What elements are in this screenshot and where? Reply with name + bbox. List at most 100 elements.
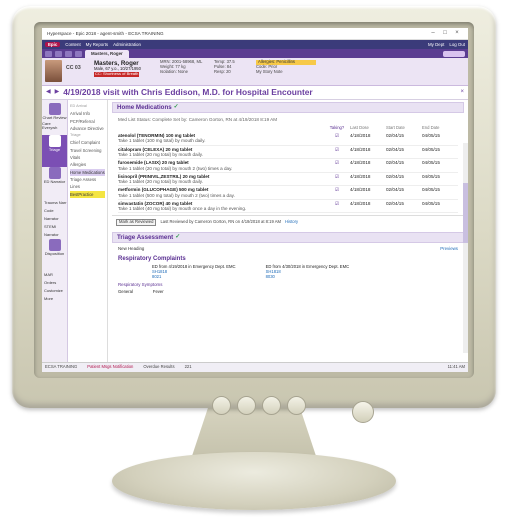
med-name[interactable]: lisinopril (PRINIVIL,ZESTRIL) 20 mg tabl… — [118, 174, 209, 179]
taking-checkbox[interactable]: ☑ — [324, 174, 350, 185]
menu-my-dept[interactable]: My Dept — [428, 42, 444, 47]
ed-encounter-left: ED from 4/19/2018 in Emergency Dept. EMC… — [152, 264, 236, 280]
new-heading-button[interactable]: New Heading — [118, 246, 144, 251]
med-row[interactable]: simvastatin (ZOCOR) 40 mg tablet Take 1 t… — [118, 200, 458, 214]
subnav-item[interactable]: Triage Assess — [70, 176, 105, 183]
start-date: 02/04/15 — [386, 133, 404, 139]
triage-assessment-section: Triage Assessment ✓ New Heading Previews… — [112, 232, 464, 295]
last-dose: 4/18/2018 — [350, 200, 371, 206]
med-row[interactable]: furosemide (LASIX) 20 mg tablet Take 1 ta… — [118, 159, 458, 173]
scrollbar[interactable] — [463, 143, 468, 353]
med-name[interactable]: atenolol (TENORMIN) 100 mg tablet — [118, 133, 195, 138]
mark-reviewed-button[interactable]: Mark as Reviewed — [116, 219, 157, 227]
scroll-thumb[interactable] — [463, 183, 468, 243]
ed-code[interactable]: 8030 — [266, 274, 350, 280]
grid-icon[interactable] — [55, 50, 62, 57]
taking-checkbox[interactable]: ☑ — [324, 201, 350, 212]
list-icon[interactable] — [65, 50, 72, 57]
general-row: General Fever — [112, 289, 464, 296]
close-activity-icon[interactable]: × — [460, 89, 464, 96]
nav-label: Triage — [48, 147, 61, 152]
menu-content[interactable]: Content — [65, 42, 80, 47]
taking-checkbox[interactable]: ☑ — [324, 147, 350, 158]
maximize-button[interactable]: □ — [439, 30, 451, 37]
med-sig: Take 1 tablet (20 mg total) by mouth dai… — [118, 151, 203, 157]
triage-header: Triage Assessment ✓ — [112, 232, 464, 244]
subnav-item[interactable]: Chief Complaint — [70, 139, 105, 146]
nav-chart-review[interactable]: Chart Review Care Everywh — [42, 103, 67, 135]
nav-mar[interactable]: MAR — [42, 271, 67, 279]
subnav-item[interactable]: Lines — [70, 183, 105, 190]
subnav-item[interactable]: Vitals — [70, 154, 105, 161]
menu-administration[interactable]: Administration — [113, 42, 141, 47]
home-icon[interactable] — [45, 50, 52, 57]
story-note[interactable]: My Story Note — [256, 69, 316, 75]
monitor-button[interactable] — [287, 396, 306, 415]
med-name[interactable]: metformin (GLUCOPHAGE) 500 mg tablet — [118, 187, 208, 192]
nav-disposition[interactable]: Disposition — [42, 239, 67, 271]
med-name[interactable]: citalopram (CELEXA) 20 mg tablet — [118, 147, 192, 152]
col-header — [118, 126, 324, 131]
taking-checkbox[interactable]: ☑ — [324, 187, 350, 198]
monitor-button[interactable] — [262, 396, 281, 415]
subnav-item[interactable]: Advance Directive — [70, 125, 105, 132]
subnav-item-home-medications[interactable]: Home Medications — [70, 168, 105, 176]
nav-customize[interactable]: Customize — [42, 287, 67, 295]
power-button[interactable] — [352, 401, 374, 423]
subnav-item[interactable]: PCP/Referral — [70, 118, 105, 125]
taking-checkbox[interactable]: ☑ — [324, 133, 350, 144]
epic-button[interactable]: Epic — [45, 41, 61, 48]
subnav-item[interactable]: Travel Screening — [70, 147, 105, 154]
subnav-item[interactable]: Allergies — [70, 161, 105, 168]
taking-checkbox[interactable]: ☑ — [324, 160, 350, 171]
monitor-button[interactable] — [237, 396, 256, 415]
med-name[interactable]: simvastatin (ZOCOR) 40 mg tablet — [118, 201, 192, 206]
checkmark-icon: ✓ — [173, 104, 179, 111]
patient-msgs-notification[interactable]: Patient Msgs Notification — [87, 364, 133, 370]
logout-button[interactable]: Log Out — [449, 42, 465, 47]
ed-code[interactable]: 8021 — [152, 274, 236, 280]
end-date: 04/05/15 — [422, 200, 440, 206]
med-name-cell: atenolol (TENORMIN) 100 mg tablet Take 1 … — [118, 133, 324, 144]
home-meds-title: Home Medications — [117, 103, 172, 111]
nav-more[interactable]: More — [42, 295, 67, 303]
overdue-results[interactable]: Overdue Results — [143, 364, 174, 370]
monitor-base — [112, 452, 396, 510]
inbox-count[interactable]: 221 — [185, 364, 192, 370]
start-date: 02/04/15 — [386, 187, 404, 193]
nav-code-narrator[interactable]: Code Narrator — [42, 207, 67, 223]
patient-tab[interactable]: Masters, Roger — [85, 49, 129, 58]
med-row[interactable]: metformin (GLUCOPHAGE) 500 mg tablet Take… — [118, 186, 458, 200]
nav-stemi[interactable]: STEMI Narrator — [42, 223, 67, 239]
forward-arrow-icon[interactable]: ▶ — [55, 89, 60, 96]
subnav-item-bestpractice[interactable]: BestPractice — [70, 190, 105, 198]
close-button[interactable]: × — [451, 30, 463, 37]
previews-link[interactable]: Previews — [440, 246, 458, 251]
minimize-button[interactable]: – — [427, 30, 439, 37]
nav-triage[interactable]: Triage — [42, 135, 67, 167]
chart-review-icon — [48, 103, 61, 115]
history-link[interactable]: History — [285, 220, 298, 225]
subnav-group: ED Arrival — [70, 104, 87, 108]
end-date: 04/05/15 — [422, 187, 440, 193]
med-sig: Take 1 tablet (500 mg total) by mouth 2 … — [118, 192, 235, 198]
nav-trauma[interactable]: Trauma Narr — [42, 199, 67, 207]
menu-my-reports[interactable]: My Reports — [86, 42, 108, 47]
folder-icon[interactable] — [75, 50, 82, 57]
nav-orders[interactable]: Orders — [42, 279, 67, 287]
subnav-item[interactable]: Arrival Info — [70, 110, 105, 117]
last-dose: 4/18/2018 — [350, 160, 371, 166]
nav-ed-narrator[interactable]: ED Narrator — [42, 167, 67, 199]
med-row[interactable]: citalopram (CELEXA) 20 mg tablet Take 1 t… — [118, 146, 458, 160]
ed-narrator-icon — [48, 167, 61, 179]
search-input[interactable] — [443, 50, 465, 57]
back-arrow-icon[interactable]: ◀ — [46, 89, 51, 96]
med-name[interactable]: furosemide (LASIX) 20 mg tablet — [118, 160, 189, 165]
med-row[interactable]: atenolol (TENORMIN) 100 mg tablet Take 1 … — [118, 132, 458, 146]
new-heading-row: New Heading Previews — [112, 243, 464, 254]
med-row[interactable]: lisinopril (PRINIVIL,ZESTRIL) 20 mg tabl… — [118, 173, 458, 187]
patient-header: CC 03 Masters, Roger Male, 67 y.o., 10/2… — [42, 58, 468, 86]
triage-title: Triage Assessment — [117, 234, 174, 242]
monitor-button[interactable] — [212, 396, 231, 415]
med-name-cell: simvastatin (ZOCOR) 40 mg tablet Take 1 t… — [118, 201, 324, 212]
